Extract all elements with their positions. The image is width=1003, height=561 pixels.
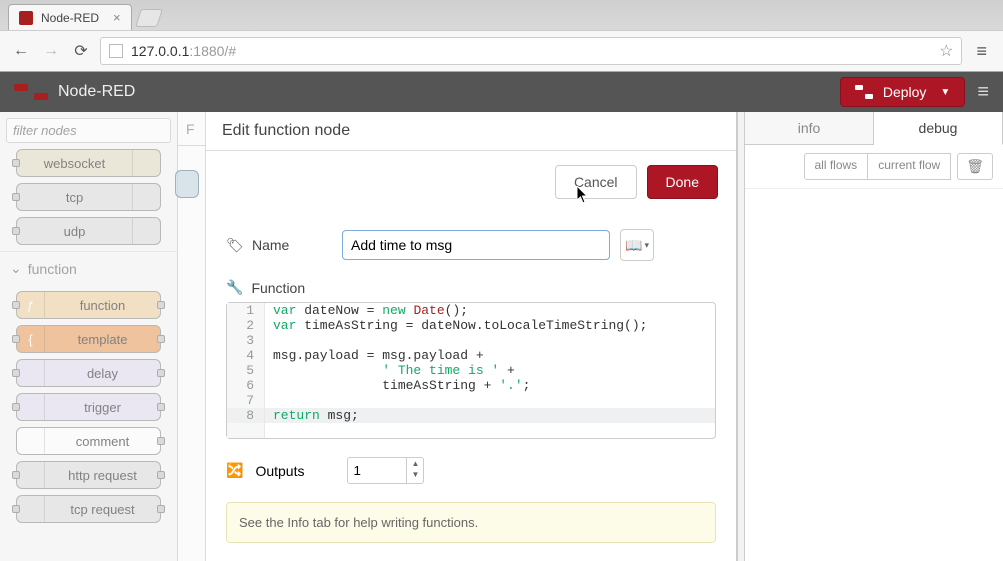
- globe-icon: [17, 462, 45, 488]
- new-tab-button[interactable]: [135, 9, 163, 27]
- code-line[interactable]: 6 timeAsString + '.';: [227, 378, 715, 393]
- flow-canvas[interactable]: F: [178, 112, 206, 561]
- canvas-node-stub[interactable]: [175, 170, 199, 198]
- tag-icon: 🏷: [226, 237, 242, 254]
- edit-panel-title: Edit function node: [206, 112, 736, 151]
- step-down-icon[interactable]: ▼: [407, 469, 423, 480]
- done-button[interactable]: Done: [647, 165, 718, 199]
- template-icon: {: [17, 326, 45, 352]
- info-hint: See the Info tab for help writing functi…: [226, 502, 716, 543]
- clock-icon: [17, 360, 45, 386]
- outputs-input[interactable]: [347, 457, 407, 484]
- palette-node-http-request[interactable]: http request: [16, 461, 161, 489]
- comment-icon: [17, 428, 45, 454]
- browser-tab-strip: Node-RED ×: [0, 0, 1003, 30]
- forward-button[interactable]: →: [40, 40, 62, 62]
- palette-node-delay[interactable]: delay: [16, 359, 161, 387]
- code-line[interactable]: 3: [227, 333, 715, 348]
- function-label: Function: [251, 280, 305, 296]
- page-icon: [109, 44, 123, 58]
- sidebar-resizer[interactable]: [737, 112, 745, 561]
- browser-tab[interactable]: Node-RED ×: [8, 4, 132, 30]
- address-bar: ← → ⟳ 127.0.0.1:1880/# ☆ ≡: [0, 30, 1003, 71]
- palette-node-function[interactable]: ƒfunction: [16, 291, 161, 319]
- palette-node-udp[interactable]: udp: [16, 217, 161, 245]
- palette-category-function[interactable]: ⌄function: [0, 251, 177, 285]
- code-line[interactable]: 2var timeAsString = dateNow.toLocaleTime…: [227, 318, 715, 333]
- trash-icon[interactable]: 🗑: [957, 153, 993, 180]
- chevron-down-icon: ⌄: [10, 260, 22, 277]
- app-header: Node-RED Deploy ▼ ≡: [0, 72, 1003, 112]
- arrow-icon: [132, 184, 160, 210]
- palette-node-websocket[interactable]: websocket: [16, 149, 161, 177]
- tab-title: Node-RED: [41, 11, 99, 25]
- url-input[interactable]: 127.0.0.1:1880/# ☆: [100, 37, 962, 65]
- code-line[interactable]: 7: [227, 393, 715, 408]
- cancel-button[interactable]: Cancel: [555, 165, 637, 199]
- palette-node-trigger[interactable]: trigger: [16, 393, 161, 421]
- sidebar-tab-info[interactable]: info: [745, 112, 874, 144]
- app-title: Node-RED: [58, 83, 135, 101]
- bookmark-dropdown-button[interactable]: 📖 ▾: [620, 229, 654, 261]
- palette-filter-input[interactable]: [6, 118, 171, 143]
- outputs-label: Outputs: [255, 463, 335, 479]
- flow-tab[interactable]: F: [178, 112, 205, 146]
- function-icon: ƒ: [17, 292, 45, 318]
- book-icon: 📖: [625, 237, 642, 254]
- shuffle-icon: 🔀: [226, 462, 243, 479]
- nodered-logo-icon: [14, 83, 48, 101]
- palette-node-tcp[interactable]: tcp: [16, 183, 161, 211]
- hamburger-menu-icon[interactable]: ≡: [977, 81, 989, 104]
- arrow-icon: [17, 496, 45, 522]
- deploy-label: Deploy: [883, 84, 927, 100]
- debug-filter-current[interactable]: current flow: [868, 153, 951, 180]
- deploy-icon: [855, 85, 873, 99]
- trigger-icon: [17, 394, 45, 420]
- code-line[interactable]: 4msg.payload = msg.payload +: [227, 348, 715, 363]
- edit-function-panel: Edit function node Cancel Done 🏷 Name 📖 …: [206, 112, 737, 561]
- wrench-icon: 🔧: [226, 279, 243, 296]
- debug-filter-all[interactable]: all flows: [804, 153, 869, 180]
- name-label: Name: [252, 237, 332, 253]
- outputs-spinner[interactable]: ▲▼: [347, 457, 437, 484]
- url-path: :1880/#: [189, 43, 236, 59]
- deploy-button[interactable]: Deploy ▼: [840, 77, 966, 107]
- caret-down-icon: ▼: [940, 87, 950, 98]
- palette-node-template[interactable]: {template: [16, 325, 161, 353]
- close-icon[interactable]: ×: [113, 10, 121, 25]
- sidebar: info debug all flows current flow 🗑: [745, 112, 1003, 561]
- palette-node-comment[interactable]: comment: [16, 427, 161, 455]
- caret-down-icon: ▾: [644, 240, 649, 251]
- websocket-icon: [132, 150, 160, 176]
- palette: websocket tcp udp ⌄function ƒfunction {t…: [0, 112, 178, 561]
- back-button[interactable]: ←: [10, 40, 32, 62]
- palette-node-tcp-request[interactable]: tcp request: [16, 495, 161, 523]
- code-line[interactable]: 8return msg;: [227, 408, 715, 423]
- arrow-icon: [132, 218, 160, 244]
- sidebar-tab-debug[interactable]: debug: [874, 112, 1003, 145]
- name-input[interactable]: [342, 230, 610, 260]
- chrome-menu-icon[interactable]: ≡: [970, 41, 993, 62]
- reload-button[interactable]: ⟳: [70, 40, 92, 62]
- favicon-icon: [19, 11, 33, 25]
- step-up-icon[interactable]: ▲: [407, 458, 423, 469]
- bookmark-star-icon[interactable]: ☆: [939, 41, 953, 61]
- code-line[interactable]: 5 ' The time is ' +: [227, 363, 715, 378]
- code-line[interactable]: 1var dateNow = new Date();: [227, 303, 715, 318]
- code-editor[interactable]: 1var dateNow = new Date();2var timeAsStr…: [226, 302, 716, 439]
- url-host: 127.0.0.1: [131, 43, 189, 59]
